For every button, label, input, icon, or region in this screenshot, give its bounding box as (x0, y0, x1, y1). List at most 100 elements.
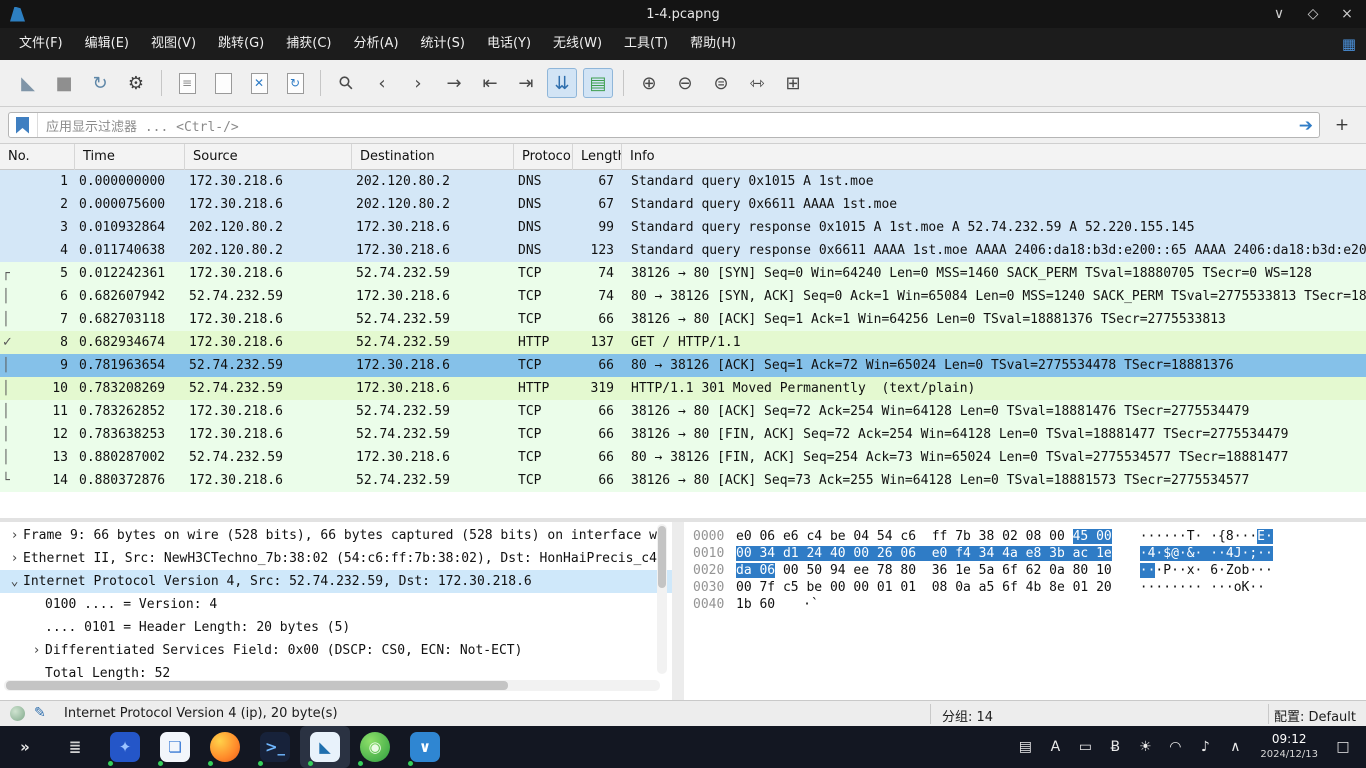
column-header-protocol[interactable]: Protocol (514, 144, 573, 170)
battery-icon[interactable]: ▭ (1072, 739, 1098, 755)
hex-row[interactable]: 003000 7f c5 be 00 00 01 01 08 0a a5 6f … (684, 579, 1366, 596)
launcher-icon[interactable]: » (0, 726, 50, 768)
menu-item-tools[interactable]: 工具(T) (613, 28, 679, 60)
packet-row[interactable]: │110.783262852172.30.218.652.74.232.59TC… (0, 400, 1366, 423)
terminal-icon[interactable]: >_ (250, 726, 300, 768)
close-file-icon[interactable]: ✕ (244, 68, 274, 98)
packet-row[interactable]: 10.000000000172.30.218.6202.120.80.2DNS6… (0, 170, 1366, 193)
menu-grid-icon[interactable]: ▦ (1342, 28, 1356, 60)
display-filter-input[interactable]: 应用显示过滤器 ... <Ctrl-/> ➔ (8, 112, 1320, 138)
packet-row[interactable]: │120.783638253172.30.218.652.74.232.59TC… (0, 423, 1366, 446)
menu-item-edit[interactable]: 编辑(E) (74, 28, 140, 60)
taskbar-clock[interactable]: 09:12 2024/12/13 (1260, 733, 1318, 761)
expert-info-icon[interactable] (10, 706, 25, 721)
start-capture-icon[interactable]: ◣ (13, 68, 43, 98)
maximize-button[interactable]: ◇ (1296, 0, 1330, 28)
hex-row[interactable]: 0020da 06 00 50 94 ee 78 80 36 1e 5a 6f … (684, 562, 1366, 579)
packet-row[interactable]: │130.88028700252.74.232.59172.30.218.6TC… (0, 446, 1366, 469)
zoom-reset-icon[interactable]: ⊜ (706, 68, 736, 98)
menu-item-capture[interactable]: 捕获(C) (275, 28, 342, 60)
packet-row[interactable]: 30.010932864202.120.80.2172.30.218.6DNS9… (0, 216, 1366, 239)
filter-bookmark-icon[interactable] (16, 117, 29, 134)
show-desktop-icon[interactable]: □ (1330, 739, 1356, 755)
minimize-button[interactable]: ∨ (1262, 0, 1296, 28)
capture-comment-icon[interactable]: ✎ (34, 705, 46, 721)
reload-file-icon[interactable]: ↻ (280, 68, 310, 98)
chevron-up-icon[interactable]: ∧ (1222, 739, 1248, 755)
wifi-icon[interactable]: ◠ (1162, 739, 1188, 755)
detail-line[interactable]: ›Ethernet II, Src: NewH3CTechno_7b:38:02… (0, 547, 672, 570)
packet-row[interactable]: 40.011740638202.120.80.2172.30.218.6DNS1… (0, 239, 1366, 262)
packet-row[interactable]: │70.682703118172.30.218.652.74.232.59TCP… (0, 308, 1366, 331)
zoom-out-icon[interactable]: ⊖ (670, 68, 700, 98)
zoom-in-icon[interactable]: ⊕ (634, 68, 664, 98)
hex-row[interactable]: 00401b 60·` (684, 596, 1366, 613)
firefox-icon[interactable] (200, 726, 250, 768)
find-packet-icon[interactable]: ⚲ (325, 62, 367, 104)
menu-item-help[interactable]: 帮助(H) (679, 28, 747, 60)
clipboard-icon[interactable]: ▤ (1012, 739, 1038, 755)
detail-line[interactable]: 0100 .... = Version: 4 (0, 593, 672, 616)
detail-line[interactable]: .... 0101 = Header Length: 20 bytes (5) (0, 616, 672, 639)
last-packet-icon[interactable]: ⇥ (511, 68, 541, 98)
detail-vertical-scrollbar[interactable] (657, 524, 667, 674)
brightness-icon[interactable]: ☀ (1132, 739, 1158, 755)
packet-row[interactable]: │90.78196365452.74.232.59172.30.218.6TCP… (0, 354, 1366, 377)
code-editor-icon[interactable]: ∨ (400, 726, 450, 768)
go-to-packet-icon[interactable]: → (439, 68, 469, 98)
menu-item-statistics[interactable]: 统计(S) (410, 28, 476, 60)
expander-icon[interactable]: ⌄ (6, 570, 23, 593)
expander-icon[interactable]: › (6, 547, 23, 570)
expander-icon[interactable]: › (6, 524, 23, 547)
column-header-time[interactable]: Time (75, 144, 185, 170)
menu-item-wireless[interactable]: 无线(W) (542, 28, 613, 60)
file-manager-icon[interactable]: ❏ (150, 726, 200, 768)
app-store-icon[interactable]: ✦ (100, 726, 150, 768)
restart-capture-icon[interactable]: ↻ (85, 68, 115, 98)
detail-hex-divider[interactable] (672, 522, 684, 700)
packet-row[interactable]: │60.68260794252.74.232.59172.30.218.6TCP… (0, 285, 1366, 308)
menu-item-go[interactable]: 跳转(G) (207, 28, 275, 60)
packet-row[interactable]: └140.880372876172.30.218.652.74.232.59TC… (0, 469, 1366, 492)
column-header-length[interactable]: Length (573, 144, 622, 170)
green-app-icon[interactable]: ◉ (350, 726, 400, 768)
packet-row[interactable]: ┌50.012242361172.30.218.652.74.232.59TCP… (0, 262, 1366, 285)
hex-row[interactable]: 0000e0 06 e6 c4 be 04 54 c6 ff 7b 38 02 … (684, 528, 1366, 545)
expander-icon[interactable]: › (28, 639, 45, 662)
detail-horizontal-scrollbar-thumb[interactable] (6, 681, 508, 690)
packet-row[interactable]: ✓80.682934674172.30.218.652.74.232.59HTT… (0, 331, 1366, 354)
close-button[interactable]: × (1330, 0, 1364, 28)
column-header-destination[interactable]: Destination (352, 144, 514, 170)
menu-item-telephony[interactable]: 电话(Y) (476, 28, 542, 60)
status-profile[interactable]: 配置: Default (1274, 706, 1356, 725)
column-header-info[interactable]: Info (622, 144, 1366, 170)
resize-columns-icon[interactable]: ⇿ (742, 68, 772, 98)
go-back-icon[interactable]: ‹ (367, 68, 397, 98)
colorize-toggle-icon[interactable]: ▤ (583, 68, 613, 98)
filter-add-button[interactable]: + (1328, 113, 1356, 137)
column-header-source[interactable]: Source (185, 144, 352, 170)
menu-item-view[interactable]: 视图(V) (140, 28, 207, 60)
numbered-columns-icon[interactable]: ⊞ (778, 68, 808, 98)
detail-horizontal-scrollbar[interactable] (4, 680, 660, 691)
bluetooth-icon[interactable]: Ƀ (1102, 739, 1128, 755)
volume-icon[interactable]: ♪ (1192, 739, 1218, 755)
hex-row[interactable]: 001000 34 d1 24 40 00 26 06 e0 f4 34 4a … (684, 545, 1366, 562)
auto-scroll-toggle-icon[interactable]: ⇊ (547, 68, 577, 98)
go-forward-icon[interactable]: › (403, 68, 433, 98)
capture-options-icon[interactable]: ⚙ (121, 68, 151, 98)
wireshark-icon[interactable]: ◣ (300, 726, 350, 768)
input-method-icon[interactable]: A (1042, 739, 1068, 755)
detail-vertical-scrollbar-thumb[interactable] (658, 526, 666, 588)
detail-line[interactable]: ›Differentiated Services Field: 0x00 (DS… (0, 639, 672, 662)
multitasking-icon[interactable]: ≣ (50, 726, 100, 768)
open-file-icon[interactable]: ≡ (172, 68, 202, 98)
detail-line[interactable]: ⌄Internet Protocol Version 4, Src: 52.74… (0, 570, 672, 593)
packet-row[interactable]: 20.000075600172.30.218.6202.120.80.2DNS6… (0, 193, 1366, 216)
menu-item-file[interactable]: 文件(F) (8, 28, 74, 60)
save-file-icon[interactable] (208, 68, 238, 98)
packet-row[interactable]: │100.78320826952.74.232.59172.30.218.6HT… (0, 377, 1366, 400)
detail-line[interactable]: ›Frame 9: 66 bytes on wire (528 bits), 6… (0, 524, 672, 547)
filter-apply-icon[interactable]: ➔ (1299, 116, 1313, 136)
column-header-no[interactable]: No. (0, 144, 75, 170)
